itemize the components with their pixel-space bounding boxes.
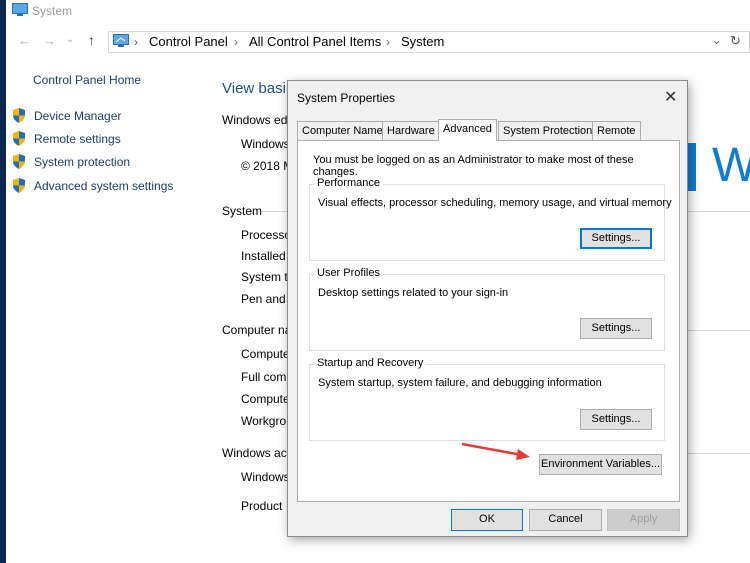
cancel-button[interactable]: Cancel bbox=[529, 509, 602, 531]
page-heading: View basi bbox=[222, 80, 286, 97]
close-icon[interactable]: ✕ bbox=[664, 87, 677, 107]
system-row: Pen and bbox=[241, 292, 286, 306]
profiles-settings-button[interactable]: Settings... bbox=[580, 318, 652, 339]
group-title: Performance bbox=[314, 177, 383, 189]
group-description: System startup, system failure, and debu… bbox=[318, 377, 602, 389]
user-profiles-group bbox=[309, 274, 665, 351]
task-system-protection[interactable]: System protection bbox=[12, 154, 130, 169]
system-section-header: System bbox=[222, 204, 263, 218]
computer-name-header: Computer na bbox=[222, 323, 292, 337]
uac-shield-icon bbox=[13, 154, 25, 169]
task-label: Advanced system settings bbox=[34, 178, 174, 193]
computer-row: Full com bbox=[241, 370, 287, 384]
admin-note: You must be logged on as an Administrato… bbox=[313, 154, 634, 178]
activation-row: Product bbox=[241, 499, 283, 513]
back-arrow-icon[interactable]: ← bbox=[18, 33, 31, 48]
section-rule bbox=[688, 211, 750, 212]
tab-computer-name[interactable]: Computer Name bbox=[297, 121, 388, 140]
windows-logo-text: W bbox=[712, 139, 750, 192]
section-rule bbox=[688, 453, 750, 454]
activation-header: Windows act bbox=[222, 446, 291, 460]
section-rule bbox=[688, 330, 750, 331]
tab-remote[interactable]: Remote bbox=[592, 121, 641, 140]
computer-icon bbox=[12, 3, 28, 16]
copyright-line: © 2018 M bbox=[241, 159, 294, 173]
group-description: Desktop settings related to your sign-in bbox=[318, 287, 509, 299]
activation-row: Windows bbox=[241, 470, 290, 484]
computer-row: Workgro bbox=[241, 414, 287, 428]
recent-dropdown-icon[interactable]: ⌄ bbox=[66, 34, 74, 45]
dialog-title: System Properties bbox=[297, 91, 396, 105]
window-title: System bbox=[32, 4, 73, 18]
startup-settings-button[interactable]: Settings... bbox=[580, 409, 652, 430]
group-description: Visual effects, processor scheduling, me… bbox=[318, 197, 672, 209]
uac-shield-icon bbox=[13, 131, 25, 146]
task-advanced-system-settings[interactable]: Advanced system settings bbox=[12, 178, 173, 193]
annotation-arrow-icon bbox=[461, 442, 530, 460]
breadcrumb-control-panel[interactable]: Control Panel bbox=[149, 34, 228, 49]
system-row: System ty bbox=[241, 270, 294, 284]
tab-hardware[interactable]: Hardware bbox=[382, 121, 440, 140]
forward-arrow-icon[interactable]: → bbox=[43, 33, 56, 48]
edition-header: Windows edi bbox=[222, 113, 291, 127]
task-label: Device Manager bbox=[34, 108, 122, 123]
breadcrumb-system[interactable]: System bbox=[401, 34, 444, 49]
task-label: System protection bbox=[34, 154, 131, 169]
system-row: Installed bbox=[241, 249, 286, 263]
system-row: Processo bbox=[241, 228, 292, 242]
environment-variables-button[interactable]: Environment Variables... bbox=[539, 454, 662, 475]
address-dropdown-icon[interactable]: ⌄ bbox=[712, 34, 721, 47]
chevron-right-icon: › bbox=[234, 35, 238, 49]
task-remote-settings[interactable]: Remote settings bbox=[12, 131, 121, 146]
tab-advanced[interactable]: Advanced bbox=[438, 119, 497, 141]
up-arrow-icon[interactable]: ↑ bbox=[88, 32, 95, 48]
performance-group bbox=[309, 184, 665, 261]
title-bar bbox=[6, 0, 750, 24]
task-label: Remote settings bbox=[34, 131, 121, 146]
computer-row: Compute bbox=[241, 347, 290, 361]
performance-settings-button[interactable]: Settings... bbox=[580, 228, 652, 249]
uac-shield-icon bbox=[13, 108, 25, 123]
chevron-right-icon: › bbox=[386, 35, 390, 49]
control-panel-home-link[interactable]: Control Panel Home bbox=[33, 73, 141, 87]
system-properties-dialog: System Properties ✕ Computer Name Hardwa… bbox=[287, 80, 688, 537]
task-device-manager[interactable]: Device Manager bbox=[12, 108, 121, 123]
chevron-right-icon: › bbox=[134, 35, 138, 49]
desktop-edge bbox=[0, 0, 6, 563]
breadcrumb-all-items[interactable]: All Control Panel Items bbox=[249, 34, 381, 49]
apply-button[interactable]: Apply bbox=[607, 509, 680, 531]
tab-system-protection[interactable]: System Protection bbox=[498, 121, 598, 140]
refresh-icon[interactable]: ↻ bbox=[730, 33, 741, 49]
control-panel-icon bbox=[113, 34, 129, 47]
group-title: Startup and Recovery bbox=[314, 357, 427, 369]
computer-row: Compute bbox=[241, 392, 290, 406]
group-title: User Profiles bbox=[314, 267, 383, 279]
edition-line: Windows bbox=[241, 137, 290, 151]
uac-shield-icon bbox=[13, 178, 25, 193]
ok-button[interactable]: OK bbox=[451, 509, 523, 531]
